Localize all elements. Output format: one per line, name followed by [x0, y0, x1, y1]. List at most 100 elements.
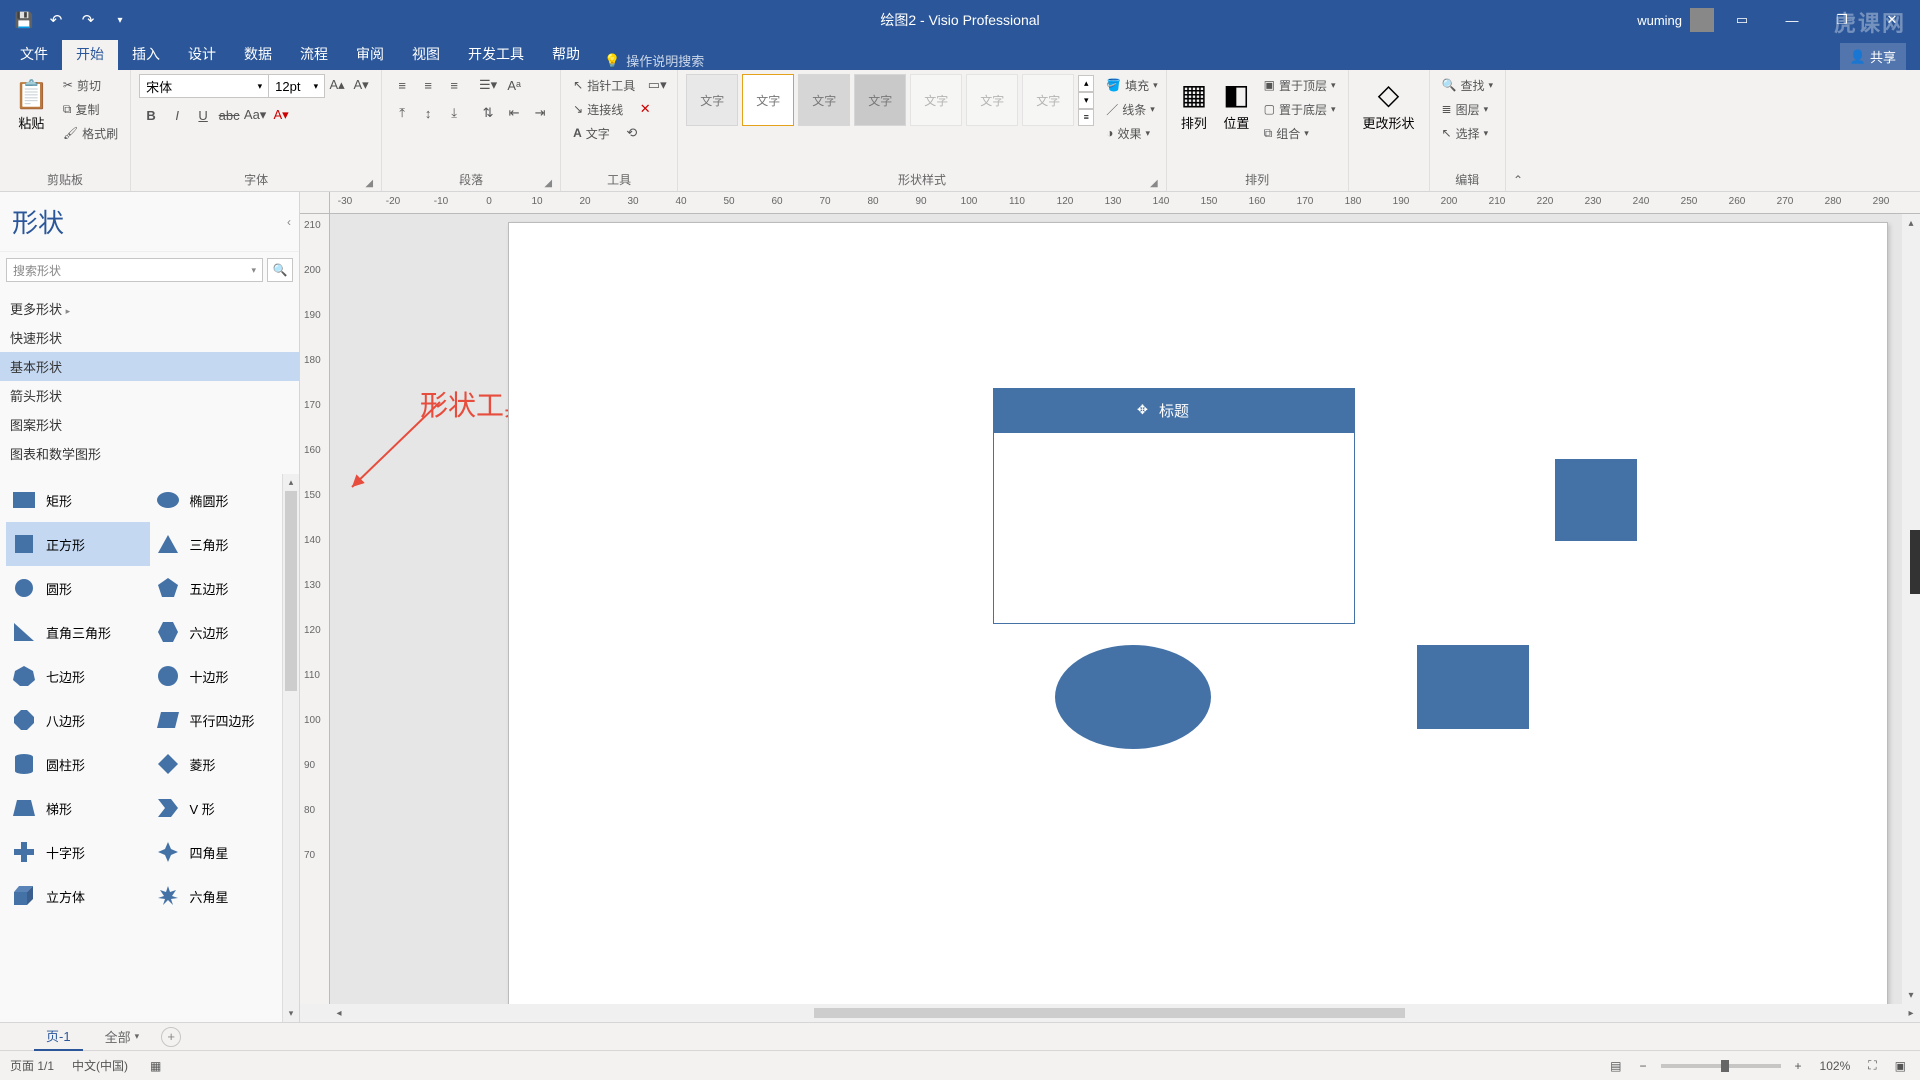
tab-process[interactable]: 流程 — [286, 38, 342, 70]
page-tab-1[interactable]: 页-1 — [34, 1022, 83, 1051]
shape-item-3[interactable]: 三角形 — [150, 522, 294, 566]
shape-item-6[interactable]: 直角三角形 — [6, 610, 150, 654]
align-bottom-button[interactable]: ⤓ — [442, 102, 466, 124]
strike-button[interactable]: abc — [217, 104, 241, 126]
copy-button[interactable]: ⧉复制 — [59, 98, 122, 120]
stencil-chart[interactable]: 图表和数学图形 — [0, 439, 299, 468]
style-item-6[interactable]: 文字 — [966, 74, 1018, 126]
ribbon-display-icon[interactable]: ▭ — [1720, 2, 1764, 38]
grow-font-button[interactable]: A▴ — [325, 74, 349, 96]
text-tool-button[interactable]: A文字 — [569, 122, 614, 144]
gallery-up-icon[interactable]: ▴ — [1078, 75, 1094, 92]
connection-point-button[interactable]: ✕ — [633, 98, 657, 120]
side-tab-handle[interactable] — [1910, 530, 1920, 594]
bullets-button[interactable]: ☰▾ — [476, 74, 500, 96]
layer-button[interactable]: ≣图层▾ — [1438, 98, 1493, 120]
style-item-3[interactable]: 文字 — [798, 74, 850, 126]
tab-dev[interactable]: 开发工具 — [454, 38, 538, 70]
tab-review[interactable]: 审阅 — [342, 38, 398, 70]
shapes-collapse-button[interactable]: ‹ — [287, 215, 291, 229]
align-top-button[interactable]: ⤒ — [390, 102, 414, 124]
shape-item-13[interactable]: 菱形 — [150, 742, 294, 786]
bring-front-button[interactable]: ▣置于顶层▾ — [1260, 74, 1340, 96]
shape-item-7[interactable]: 六边形 — [150, 610, 294, 654]
macro-record-icon[interactable]: ▦ — [146, 1057, 165, 1075]
close-icon[interactable]: ✕ — [1870, 2, 1914, 38]
shape-item-0[interactable]: 矩形 — [6, 478, 150, 522]
fit-page-icon[interactable]: ⛶ — [1864, 1056, 1880, 1075]
shape-item-16[interactable]: 十字形 — [6, 830, 150, 874]
ruler-horizontal[interactable]: -30-20-100102030405060708090100110120130… — [330, 192, 1920, 214]
align-right-button[interactable]: ≡ — [442, 74, 466, 96]
hscroll-thumb[interactable] — [814, 1008, 1405, 1018]
tab-view[interactable]: 视图 — [398, 38, 454, 70]
stencil-basic[interactable]: 基本形状 — [0, 352, 299, 381]
shapes-search-button[interactable]: 🔍 — [267, 258, 293, 282]
maximize-icon[interactable]: ❐ — [1820, 2, 1864, 38]
tab-file[interactable]: 文件 — [6, 38, 62, 70]
style-item-2[interactable]: 文字 — [742, 74, 794, 126]
tab-design[interactable]: 设计 — [174, 38, 230, 70]
shape-item-10[interactable]: 八边形 — [6, 698, 150, 742]
shape-title-header[interactable]: ✥ 标题 — [993, 388, 1355, 432]
shape-styles-dialog-launcher[interactable]: ◢ — [1150, 178, 1158, 189]
italic-button[interactable]: I — [165, 104, 189, 126]
shape-item-2[interactable]: 正方形 — [6, 522, 150, 566]
zoom-level[interactable]: 102% — [1816, 1057, 1855, 1075]
hscroll-left-icon[interactable]: ◂ — [330, 1008, 348, 1019]
underline-button[interactable]: U — [191, 104, 215, 126]
superscript-button[interactable]: Aᵃ — [502, 74, 526, 96]
change-case-button[interactable]: Aa▾ — [243, 104, 267, 126]
page-tab-all[interactable]: 全部▾ — [97, 1023, 148, 1050]
shape-item-11[interactable]: 平行四边形 — [150, 698, 294, 742]
font-color-button[interactable]: A▾ — [269, 104, 293, 126]
stencil-arrows[interactable]: 箭头形状 — [0, 381, 299, 410]
gallery-down-icon[interactable]: ▾ — [1078, 92, 1094, 109]
save-icon[interactable]: 💾 — [12, 8, 36, 32]
canvas-hscroll[interactable]: ◂ ▸ — [300, 1004, 1920, 1022]
shape-item-12[interactable]: 圆柱形 — [6, 742, 150, 786]
tab-data[interactable]: 数据 — [230, 38, 286, 70]
stencil-more[interactable]: 更多形状 ▸ — [0, 294, 299, 323]
presentation-mode-icon[interactable]: ▤ — [1606, 1057, 1625, 1075]
paste-button[interactable]: 📋 粘贴 — [8, 74, 55, 136]
connector-tool-button[interactable]: ↘连接线 — [569, 98, 627, 120]
vscroll-down-icon[interactable]: ▾ — [1902, 986, 1920, 1004]
shape-item-4[interactable]: 圆形 — [6, 566, 150, 610]
shape-ellipse[interactable] — [1055, 645, 1211, 749]
zoom-in-button[interactable]: + — [1791, 1057, 1806, 1075]
effects-button[interactable]: ◑效果▾ — [1106, 122, 1158, 144]
tell-me-search[interactable]: 💡 操作说明搜索 — [604, 51, 704, 70]
tab-home[interactable]: 开始 — [62, 38, 118, 70]
tab-insert[interactable]: 插入 — [118, 38, 174, 70]
shapes-search-input[interactable]: 搜索形状 ▾ — [6, 258, 263, 282]
decrease-indent-button[interactable]: ⇤ — [502, 102, 526, 124]
increase-indent-button[interactable]: ⇥ — [528, 102, 552, 124]
shape-item-17[interactable]: 四角星 — [150, 830, 294, 874]
ruler-vertical[interactable]: 2102001901801701601501401301201101009080… — [300, 214, 330, 1004]
shape-item-19[interactable]: 六角星 — [150, 874, 294, 918]
share-button[interactable]: 👤 共享 — [1840, 43, 1906, 70]
tab-help[interactable]: 帮助 — [538, 38, 594, 70]
line-spacing-button[interactable]: ⇅ — [476, 102, 500, 124]
align-left-button[interactable]: ≡ — [390, 74, 414, 96]
zoom-thumb[interactable] — [1721, 1060, 1729, 1072]
pointer-tool-button[interactable]: ↖指针工具 — [569, 74, 639, 96]
select-button[interactable]: ↖选择▾ — [1438, 122, 1493, 144]
canvas-vscroll[interactable]: ▴ ▾ — [1902, 214, 1920, 1004]
shape-item-14[interactable]: 梯形 — [6, 786, 150, 830]
stencil-pattern[interactable]: 图案形状 — [0, 410, 299, 439]
style-item-5[interactable]: 文字 — [910, 74, 962, 126]
font-dialog-launcher[interactable]: ◢ — [365, 178, 373, 189]
scroll-up-icon[interactable]: ▴ — [283, 474, 299, 491]
undo-icon[interactable]: ↶ — [44, 8, 68, 32]
qat-dropdown-icon[interactable]: ▾ — [108, 8, 132, 32]
shapes-scrollbar[interactable]: ▴ ▾ — [282, 474, 299, 1022]
shape-item-1[interactable]: 椭圆形 — [150, 478, 294, 522]
find-button[interactable]: 🔍查找▾ — [1438, 74, 1498, 96]
zoom-out-button[interactable]: − — [1636, 1057, 1651, 1075]
minimize-icon[interactable]: — — [1770, 2, 1814, 38]
shape-square[interactable] — [1555, 459, 1637, 541]
style-item-4[interactable]: 文字 — [854, 74, 906, 126]
align-middle-button[interactable]: ↕ — [416, 102, 440, 124]
